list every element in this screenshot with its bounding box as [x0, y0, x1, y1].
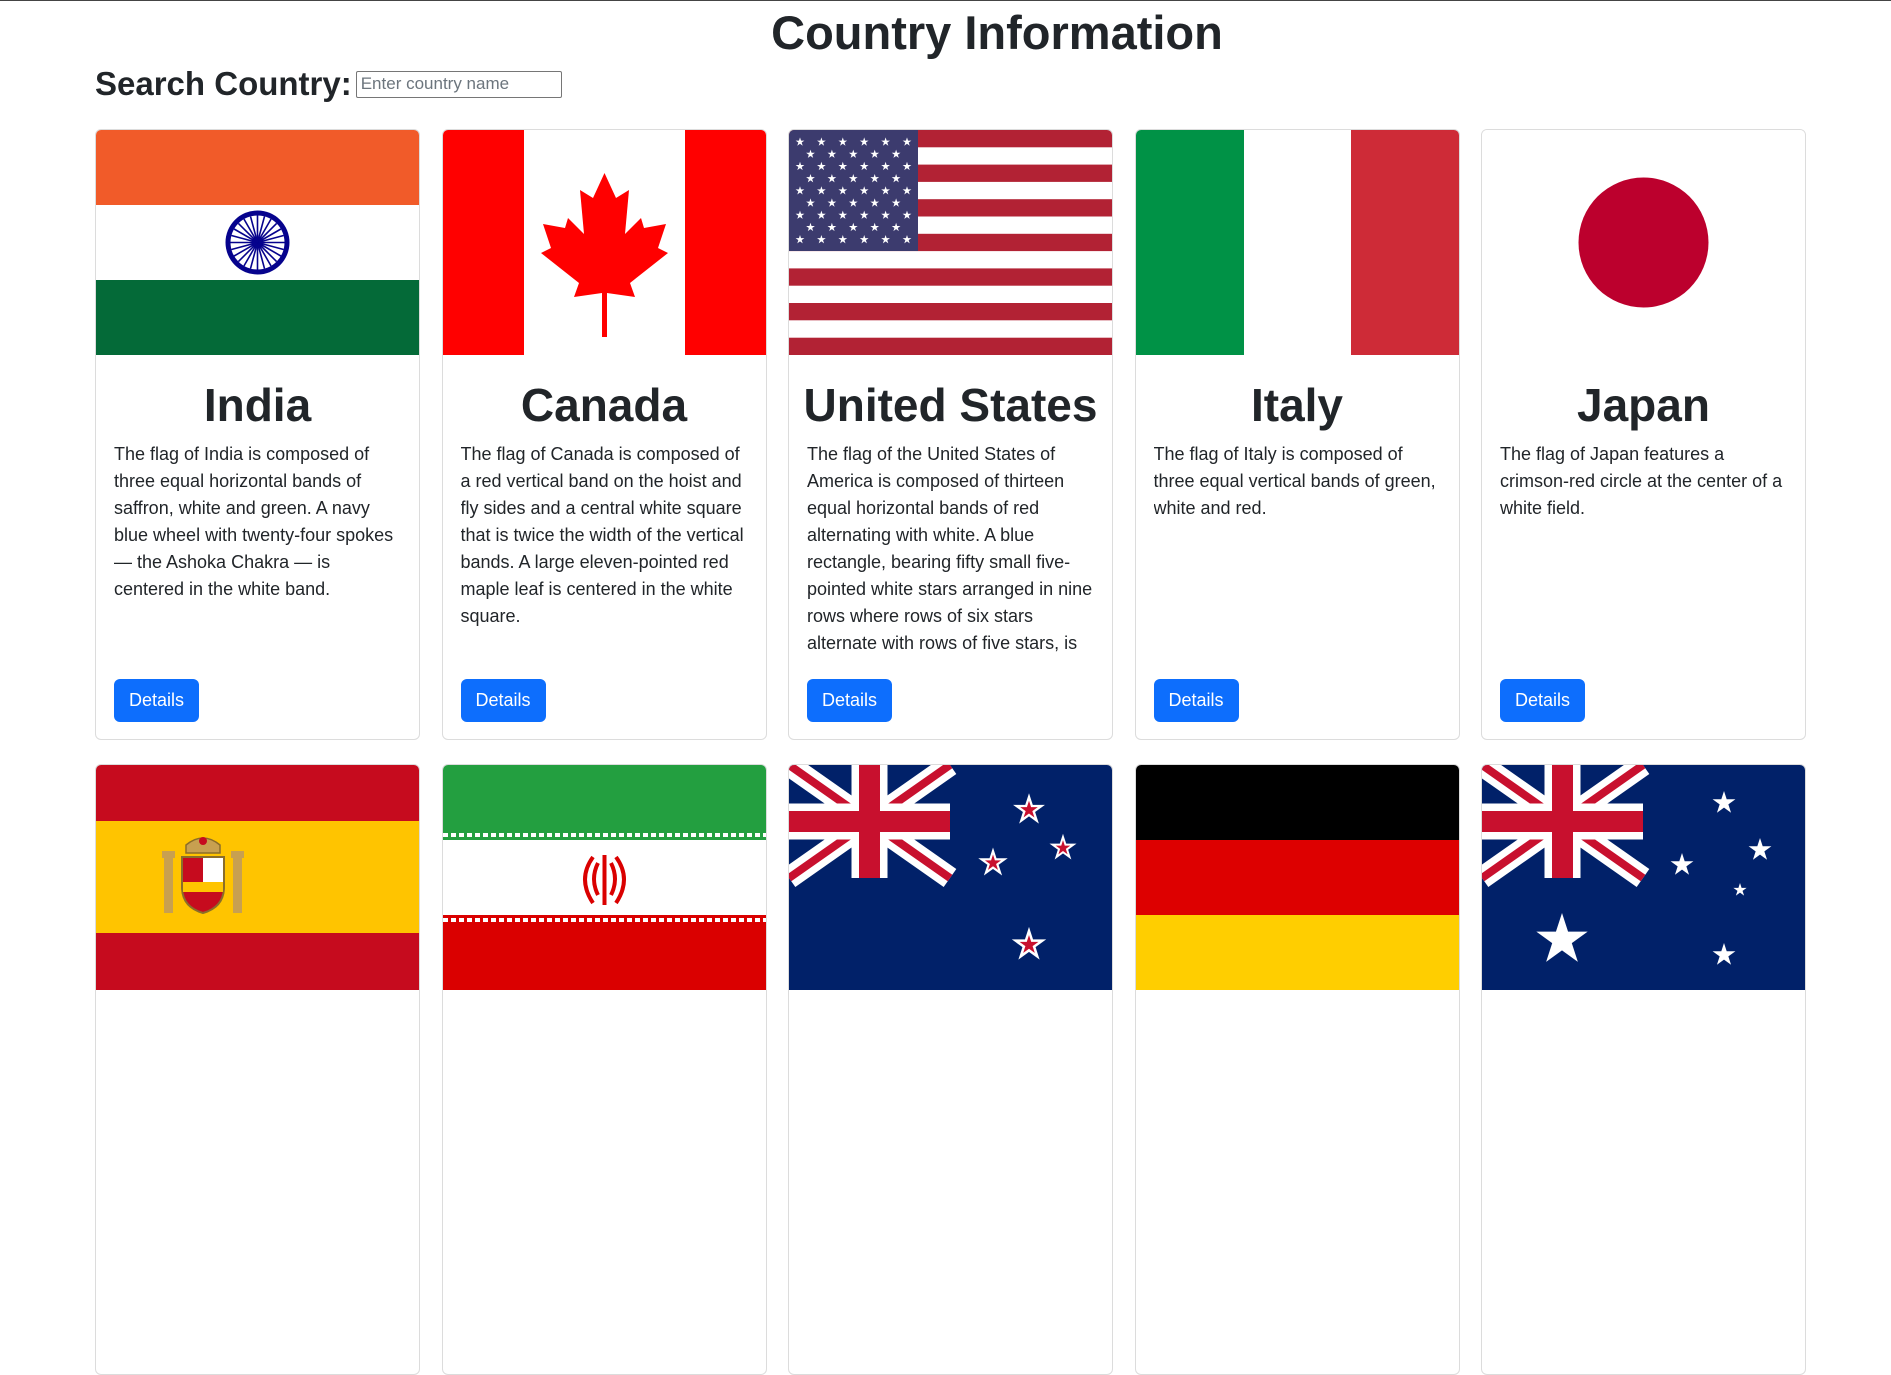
stars-canton [789, 130, 918, 251]
details-button[interactable]: Details [807, 679, 893, 722]
iran-flag [442, 765, 766, 990]
new-zealand-flag [789, 765, 1112, 990]
germany-flag [1135, 765, 1459, 990]
japan-flag [1482, 130, 1805, 355]
details-button[interactable]: Details [1500, 679, 1586, 722]
australia-flag [1482, 765, 1805, 990]
country-card-new-zealand [788, 764, 1113, 1375]
spain-flag [96, 765, 419, 990]
country-description: The flag of Italy is composed of three e… [1153, 444, 1436, 518]
sun-disc-icon [1578, 177, 1709, 308]
country-card-germany [1134, 764, 1460, 1375]
details-button[interactable]: Details [114, 679, 200, 722]
country-card-italy: Italy The flag of Italy is composed of t… [1134, 129, 1460, 740]
country-card-india: India The flag of India is composed of t… [95, 129, 420, 740]
country-card-canada: Canada The flag of Canada is composed of… [441, 129, 767, 740]
country-name: Italy [1250, 379, 1344, 431]
country-description: The flag of Japan features a crimson-red… [1500, 444, 1783, 518]
details-button[interactable]: Details [460, 679, 546, 722]
country-card-iran [441, 764, 767, 1375]
country-card-united-states: United States The flag of the United Sta… [788, 129, 1113, 740]
page-title: Country Information [771, 6, 1223, 59]
search-row: Search Country: [95, 65, 562, 103]
italy-flag [1135, 130, 1459, 355]
country-description: The flag of Canada is composed of a red … [460, 444, 744, 626]
details-button[interactable]: Details [1153, 679, 1239, 722]
country-grid: India The flag of India is composed of t… [95, 129, 1806, 1375]
country-name: United States [803, 379, 1098, 431]
country-card-australia [1481, 764, 1806, 1375]
canada-flag [442, 130, 766, 355]
country-description: The flag of the United States of America… [807, 444, 1093, 653]
ashoka-chakra-icon [225, 210, 290, 275]
country-name: India [203, 379, 312, 431]
india-flag [96, 130, 419, 355]
search-input[interactable] [355, 70, 562, 98]
usa-flag [789, 130, 1112, 355]
country-name: Canada [520, 379, 688, 431]
search-label: Search Country: [95, 65, 352, 102]
country-description: The flag of India is composed of three e… [114, 444, 394, 599]
country-name: Japan [1577, 379, 1710, 431]
country-card-japan: Japan The flag of Japan features a crims… [1481, 129, 1806, 740]
country-card-spain [95, 764, 420, 1375]
